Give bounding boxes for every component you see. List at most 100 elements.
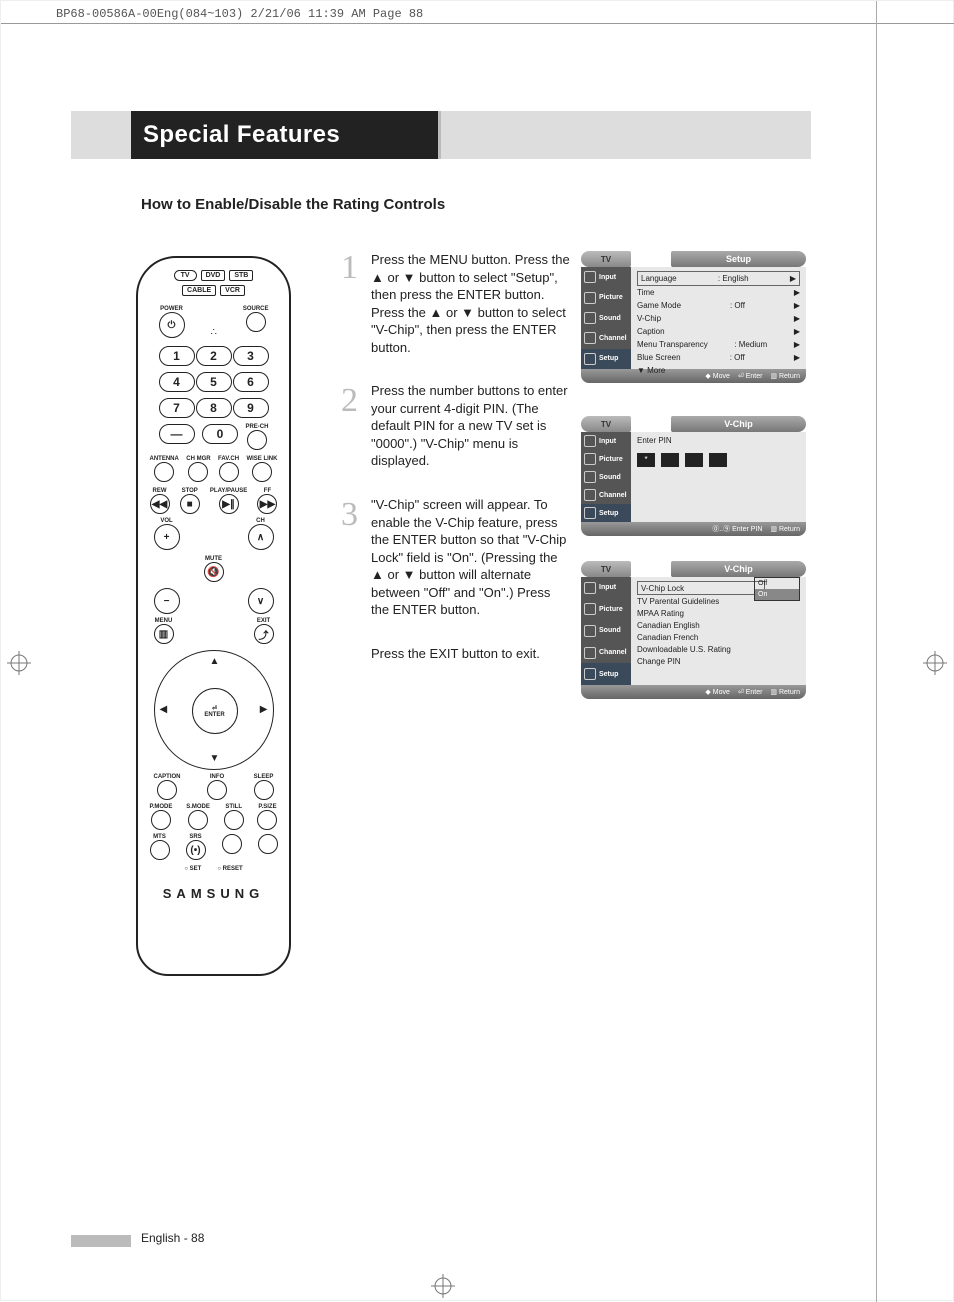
num-2[interactable]: 2 [196, 346, 232, 366]
footer-return: ▥ Return [770, 688, 800, 696]
favch-button[interactable] [219, 462, 239, 482]
enter-button[interactable]: ⏎ENTER [192, 688, 238, 734]
footer-accent-bar [71, 1235, 131, 1247]
still-button[interactable] [224, 810, 244, 830]
dpad-up-icon[interactable]: ▲ [210, 656, 220, 667]
wiselink-button[interactable] [252, 462, 272, 482]
osd-setup-panel: TV Setup Input Picture Sound Channel Set… [581, 251, 806, 383]
dash-button[interactable]: — [159, 424, 195, 444]
crop-line-horizontal [1, 23, 954, 24]
crop-line-vertical [876, 1, 877, 1302]
mute-button[interactable]: 🔇 [204, 562, 224, 582]
vol-down[interactable]: − [154, 588, 180, 614]
remote-device-stb: STB [229, 270, 253, 281]
vol-up[interactable]: + [154, 524, 180, 550]
menu-button[interactable]: ▥ [154, 624, 174, 644]
set-label: ○ SET [184, 866, 201, 872]
pin-box-1[interactable] [637, 453, 655, 467]
pin-box-3[interactable] [685, 453, 703, 467]
mts-button[interactable] [150, 840, 170, 860]
menu-bluescreen[interactable]: Blue Screen: Off▶ [637, 351, 800, 364]
brand-logo: SAMSUNG [163, 886, 264, 901]
num-9[interactable]: 9 [233, 398, 269, 418]
change-pin[interactable]: Change PIN [637, 655, 800, 667]
footer-move: ◆ Move [705, 688, 729, 696]
num-4[interactable]: 4 [159, 372, 195, 392]
crop-mark-text: BP68-00586A-00Eng(084~103) 2/21/06 11:39… [56, 7, 423, 21]
caption-button[interactable] [157, 780, 177, 800]
registration-mark-bottom [431, 1274, 455, 1298]
steps-column: 1Press the MENU button. Press the ▲ or ▼… [341, 251, 571, 662]
osd-pin-panel: TV V-Chip Input Picture Sound Channel Se… [581, 416, 806, 536]
num-1[interactable]: 1 [159, 346, 195, 366]
menu-transparency[interactable]: Menu Transparency: Medium▶ [637, 338, 800, 351]
page-number: English - 88 [141, 1231, 204, 1245]
ch-up[interactable]: ∧ [248, 524, 274, 550]
dpad-right-icon[interactable]: ▶ [260, 704, 268, 715]
downloadable-us[interactable]: Downloadable U.S. Rating [637, 643, 800, 655]
num-3[interactable]: 3 [233, 346, 269, 366]
num-6[interactable]: 6 [233, 372, 269, 392]
pin-prompt: Enter PIN [637, 436, 800, 445]
extra-button-2[interactable] [258, 834, 278, 854]
menu-time[interactable]: Time▶ [637, 286, 800, 299]
num-8[interactable]: 8 [196, 398, 232, 418]
osd-title: V-Chip [671, 416, 806, 432]
rew-button[interactable]: ◀◀ [150, 494, 170, 514]
pin-input[interactable] [637, 453, 800, 467]
step-1: 1Press the MENU button. Press the ▲ or ▼… [341, 251, 571, 356]
vchip-lock-options[interactable]: Off On [754, 577, 800, 601]
pmode-button[interactable] [151, 810, 171, 830]
section-title-bar: Special Features [71, 111, 811, 159]
chmgr-button[interactable] [188, 462, 208, 482]
info-button[interactable] [207, 780, 227, 800]
num-7[interactable]: 7 [159, 398, 195, 418]
remote-control: TV DVD STB CABLE VCR POWER⏻ ∴ SOURCE 1 2… [136, 256, 291, 976]
remote-device-tv: TV [174, 270, 197, 281]
step-3: 3"V-Chip" screen will appear. To enable … [341, 496, 571, 619]
canadian-french[interactable]: Canadian French [637, 631, 800, 643]
input-icon [584, 271, 596, 283]
prech-button[interactable] [247, 430, 267, 450]
osd-tv-label: TV [581, 416, 631, 432]
extra-button-1[interactable] [222, 834, 242, 854]
channel-icon [584, 647, 596, 659]
num-0[interactable]: 0 [202, 424, 238, 444]
menu-language[interactable]: Language: English▶ [637, 271, 800, 286]
sleep-button[interactable] [254, 780, 274, 800]
step-2: 2Press the number buttons to enter your … [341, 382, 571, 470]
srs-button[interactable]: (•) [186, 840, 206, 860]
dpad-down-icon[interactable]: ▼ [210, 753, 220, 764]
vchip-lock[interactable]: V-Chip Lock [637, 581, 765, 595]
play-button[interactable]: ▶∥ [219, 494, 239, 514]
pin-box-4[interactable] [709, 453, 727, 467]
picture-icon [584, 453, 596, 465]
menu-caption[interactable]: Caption▶ [637, 325, 800, 338]
picture-icon [584, 603, 596, 615]
option-on[interactable]: On [755, 589, 799, 600]
menu-more[interactable]: ▼ More [637, 364, 800, 377]
canadian-english[interactable]: Canadian English [637, 619, 800, 631]
input-icon [584, 435, 596, 447]
osd-tv-label: TV [581, 561, 631, 577]
exit-button[interactable]: ⤴ [254, 624, 274, 644]
antenna-button[interactable] [154, 462, 174, 482]
osd-sidebar: Input Picture Sound Channel Setup [581, 267, 631, 369]
menu-gamemode[interactable]: Game Mode: Off▶ [637, 299, 800, 312]
psize-button[interactable] [257, 810, 277, 830]
dpad-left-icon[interactable]: ◀ [160, 704, 168, 715]
stop-button[interactable]: ■ [180, 494, 200, 514]
ff-button[interactable]: ▶▶ [257, 494, 277, 514]
source-button[interactable] [246, 312, 266, 332]
mpaa-rating[interactable]: MPAA Rating [637, 607, 800, 619]
option-off[interactable]: Off [755, 578, 799, 589]
pin-box-2[interactable] [661, 453, 679, 467]
power-button[interactable]: ⏻ [159, 312, 185, 338]
footer-enterpin: ⓪..⑨ Enter PIN [712, 524, 762, 534]
ch-down[interactable]: ∨ [248, 588, 274, 614]
num-5[interactable]: 5 [196, 372, 232, 392]
sound-icon [584, 625, 596, 637]
smode-button[interactable] [188, 810, 208, 830]
osd-vchip-panel: TV V-Chip Input Picture Sound Channel Se… [581, 561, 806, 699]
menu-vchip[interactable]: V-Chip▶ [637, 312, 800, 325]
